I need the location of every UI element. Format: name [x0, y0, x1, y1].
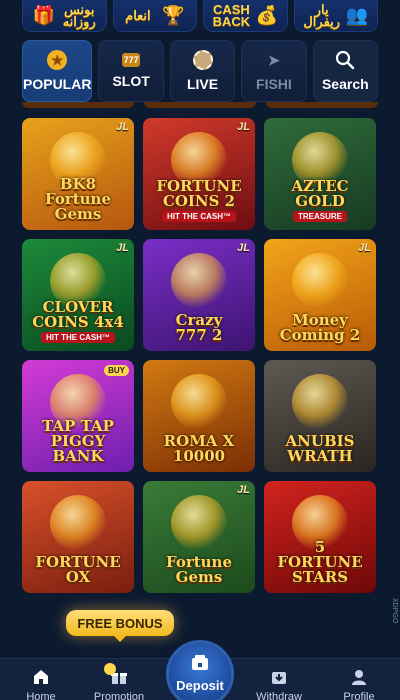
game-tile[interactable]: 5 FORTUNE STARS: [264, 481, 376, 593]
game-tile[interactable]: JL FORTUNE COINS 2 HIT THE CASH™: [143, 118, 255, 230]
nav-label: Withdraw: [256, 691, 302, 700]
game-title: 5 FORTUNE STARS: [277, 538, 363, 586]
tab-label: FISHI: [256, 76, 292, 92]
promo-label: انعام: [125, 7, 151, 23]
game-title: FORTUNE COINS 2: [156, 177, 242, 210]
game-title: AZTEC GOLD: [291, 177, 349, 210]
promo-label: بونس روزانه: [62, 1, 96, 29]
users-icon: 👥: [345, 5, 369, 25]
trophy-icon: 🏆: [161, 5, 185, 25]
game-tile[interactable]: AZTEC GOLD TREASURE: [264, 118, 376, 230]
promo-label: یار ریفرال: [303, 1, 341, 29]
game-tile[interactable]: FORTUNE OX: [22, 481, 134, 593]
nav-profile[interactable]: Profile: [324, 667, 394, 700]
tab-label: LIVE: [186, 76, 219, 92]
tab-slot[interactable]: 777 SLOT: [98, 40, 164, 102]
game-title: Money Coming 2: [279, 311, 361, 344]
chip-icon: [192, 50, 213, 70]
buy-badge: BUY: [104, 365, 129, 376]
game-artwork: [171, 495, 227, 551]
provider-badge: JL: [358, 242, 371, 254]
game-title: FORTUNE OX: [35, 553, 121, 586]
game-grid: JL BK8 Fortune Gems JL FORTUNE COINS 2 HIT T…: [22, 118, 376, 593]
nav-home[interactable]: Home: [6, 667, 76, 700]
promo-strip: 🎁 بونس روزانه انعام 🏆 CASH BACK 💰 یار ری…: [0, 0, 400, 36]
tab-label: Search: [321, 76, 369, 92]
search-icon: [335, 50, 355, 70]
promo-cashback[interactable]: CASH BACK 💰: [203, 0, 288, 32]
tab-search[interactable]: Search: [312, 40, 379, 102]
watermark: XDPGO: [391, 598, 398, 624]
game-tile[interactable]: JL CLOVER COINS 4x4 HIT THE CASH™: [22, 239, 134, 351]
provider-badge: JL: [116, 121, 129, 133]
free-bonus-label: FREE BONUS: [77, 615, 163, 631]
profile-icon: [348, 667, 370, 687]
game-title: Fortune Gems: [165, 553, 233, 586]
nav-label: Home: [26, 691, 56, 700]
game-tile[interactable]: JL BK8 Fortune Gems: [22, 118, 134, 230]
promo-label: CASH BACK: [212, 1, 251, 29]
game-title: ANUBIS WRATH: [285, 432, 355, 465]
nav-label: Promotion: [93, 691, 145, 700]
provider-badge: JL: [116, 242, 129, 254]
game-title: CLOVER COINS 4x4: [32, 298, 124, 331]
free-bonus-button[interactable]: FREE BONUS: [66, 610, 174, 642]
gift-icon: 🎁: [32, 5, 56, 25]
category-tabs: ★ POPULAR 777 SLOT LIVE ➤ FISHI Search: [22, 40, 379, 102]
withdraw-icon: [268, 667, 290, 687]
deposit-button[interactable]: Deposit: [166, 640, 234, 700]
game-subtitle: TREASURE: [292, 211, 347, 222]
game-title: BK8 Fortune Gems: [44, 175, 112, 223]
deposit-label: Deposit: [176, 678, 224, 693]
game-title: ROMA X 10000: [163, 432, 235, 465]
nav-label: Profile: [343, 691, 375, 700]
promo-reward[interactable]: انعام 🏆: [112, 0, 197, 32]
nav-withdraw[interactable]: Withdraw: [244, 667, 314, 700]
game-artwork: [171, 374, 227, 430]
game-tile[interactable]: ROMA X 10000: [143, 360, 255, 472]
game-subtitle: HIT THE CASH™: [41, 332, 115, 343]
provider-badge: JL: [237, 121, 250, 133]
provider-badge: JL: [237, 242, 250, 254]
scrolled-row-peek: [22, 102, 378, 110]
game-subtitle: HIT THE CASH™: [162, 211, 236, 222]
game-tile[interactable]: ANUBIS WRATH: [264, 360, 376, 472]
tab-live[interactable]: LIVE: [169, 40, 236, 102]
tab-popular[interactable]: ★ POPULAR: [22, 40, 93, 102]
promo-referral[interactable]: یار ریفرال 👥: [293, 0, 378, 32]
notification-dot: [104, 663, 116, 675]
game-artwork: [171, 253, 227, 309]
wallet-icon: [191, 655, 209, 674]
tab-label: POPULAR: [23, 76, 92, 92]
game-tile[interactable]: JL Crazy 777 2: [143, 239, 255, 351]
nav-promotion[interactable]: Promotion: [84, 663, 154, 700]
home-icon: [30, 667, 52, 687]
game-title: TAP TAP PIGGY BANK: [42, 417, 114, 465]
fish-icon: ➤: [268, 51, 280, 68]
game-tile[interactable]: JL Money Coming 2: [264, 239, 376, 351]
promo-daily-bonus[interactable]: 🎁 بونس روزانه: [22, 0, 107, 32]
game-artwork: [292, 253, 348, 309]
provider-badge: JL: [237, 484, 250, 496]
tab-label: SLOT: [112, 73, 150, 89]
game-artwork: [50, 495, 106, 551]
coin-icon: 💰: [255, 5, 278, 25]
medal-icon: ★: [47, 50, 68, 70]
gift-icon: [104, 663, 130, 687]
tab-fishing[interactable]: ➤ FISHI: [241, 40, 307, 102]
slot-icon: 777: [122, 53, 141, 67]
game-tile[interactable]: JL Fortune Gems: [143, 481, 255, 593]
game-title: Crazy 777 2: [175, 311, 223, 344]
game-tile[interactable]: BUY TAP TAP PIGGY BANK: [22, 360, 134, 472]
game-artwork: [292, 374, 348, 430]
